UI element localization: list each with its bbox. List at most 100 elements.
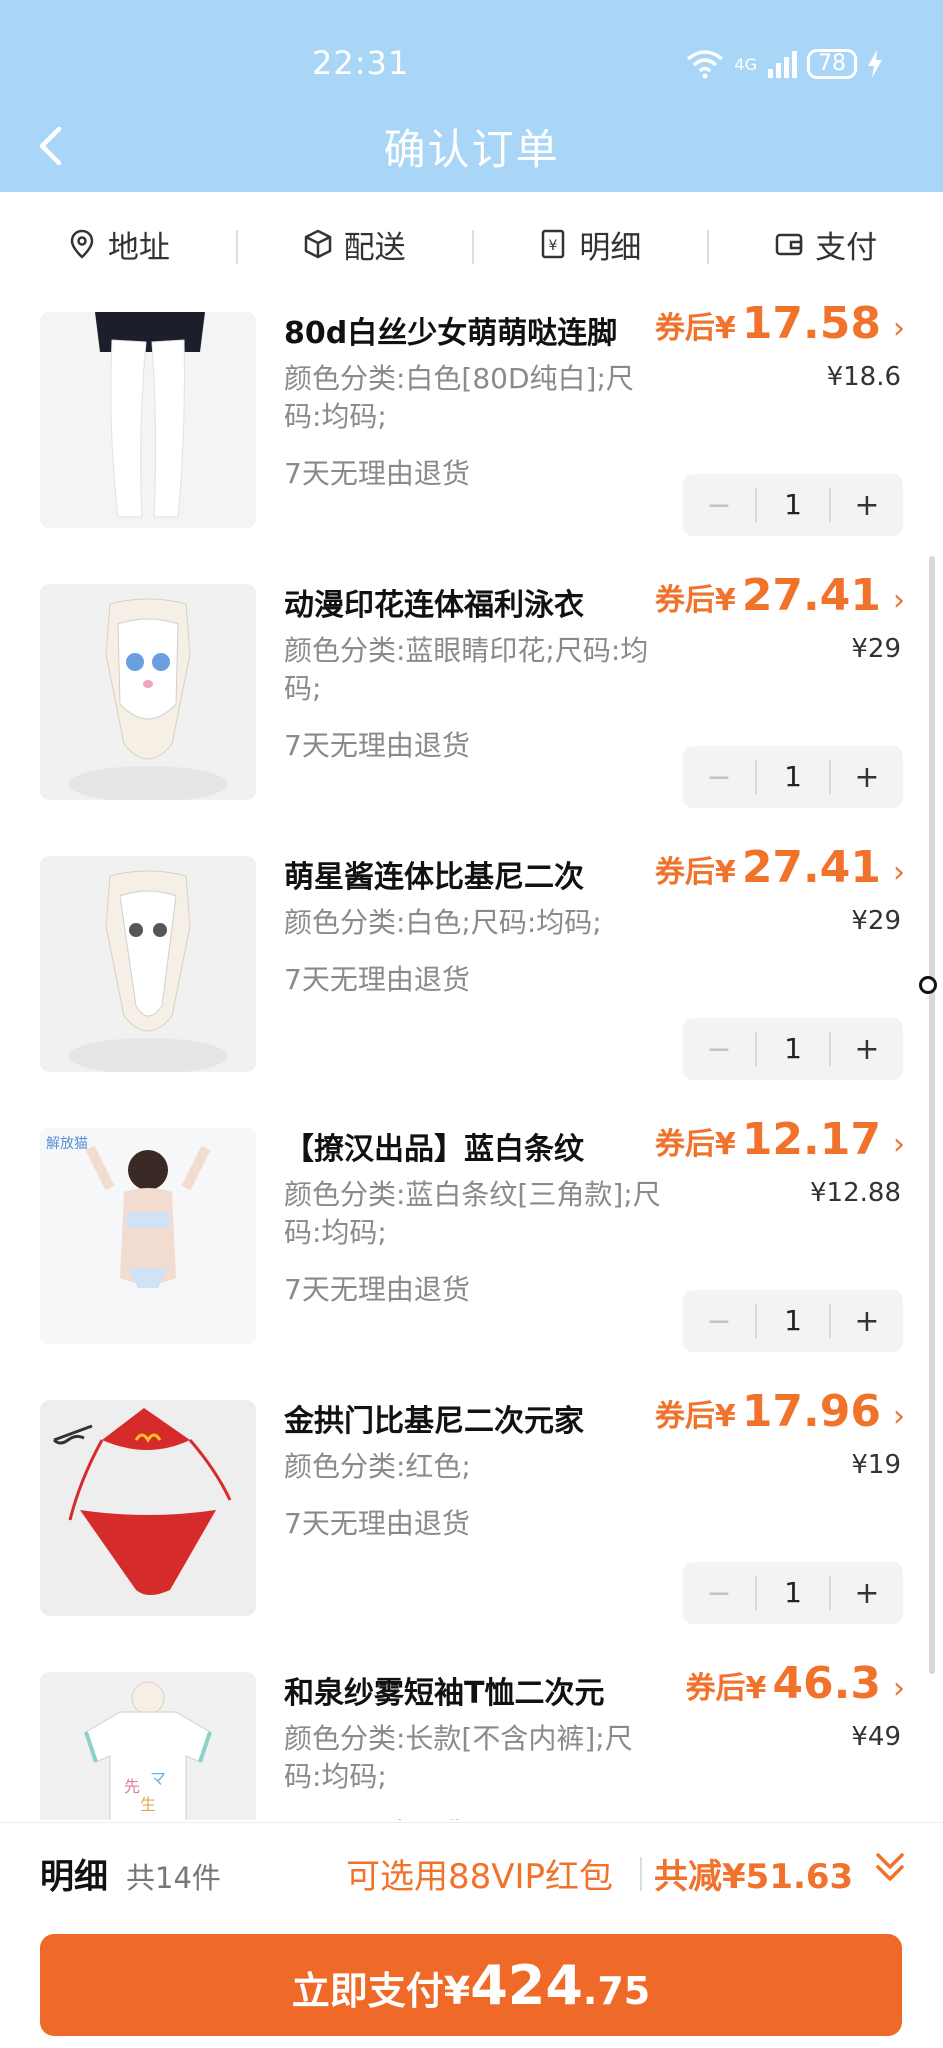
original-price: ¥49 [851, 1722, 901, 1752]
signal-icon [768, 51, 797, 78]
chevron-right-icon: › [893, 855, 905, 890]
chevron-right-icon: › [893, 1127, 905, 1162]
product-spec[interactable]: 颜色分类:长款[不含内裤];尺码:均码; [284, 1720, 664, 1796]
product-image-swimsuit [40, 584, 256, 800]
vip-coupon-link[interactable]: 可选用88VIP红包 [346, 1849, 613, 1898]
coupon-price[interactable]: 券后¥ 27.41 › [655, 842, 905, 893]
original-price: ¥29 [851, 906, 901, 936]
increase-button[interactable]: + [831, 1032, 903, 1067]
product-title[interactable]: 和泉纱雾短袖T恤二次元 [284, 1668, 644, 1712]
step-address[interactable]: 地址 [0, 222, 236, 267]
original-price: ¥29 [851, 634, 901, 664]
product-title[interactable]: 金拱门比基尼二次元家 [284, 1396, 644, 1440]
location-pin-icon [70, 229, 94, 259]
quantity-value[interactable]: 1 [755, 760, 831, 794]
product-image-bikini [40, 856, 256, 1072]
order-item: 解放猫 【撩汉出品】蓝白条纹 券后¥ 12.17 › ¥12.88 颜色分类:蓝… [0, 1112, 943, 1384]
return-policy: 7天无理由退货 [284, 963, 470, 996]
coupon-amount: 27.41 [741, 842, 881, 893]
order-item: 金拱门比基尼二次元家 券后¥ 17.96 › ¥19 颜色分类:红色; 7天无理… [0, 1384, 943, 1656]
product-image-tshirt: 先 マ 生 [40, 1672, 256, 1820]
product-image-striped-set: 解放猫 [40, 1128, 256, 1344]
quantity-stepper: − 1 + [683, 746, 903, 808]
app-header: 22:31 4G 78 确认订单 [0, 0, 943, 192]
coupon-price[interactable]: 券后¥ 12.17 › [655, 1114, 905, 1165]
coupon-price[interactable]: 券后¥ 27.41 › [655, 570, 905, 621]
product-spec[interactable]: 颜色分类:白色;尺码:均码; [284, 904, 664, 942]
decrease-button[interactable]: − [683, 1576, 755, 1611]
decrease-button[interactable]: − [683, 1032, 755, 1067]
product-title[interactable]: 【撩汉出品】蓝白条纹 [284, 1124, 644, 1168]
receipt-icon: ¥ [542, 229, 565, 259]
product-image[interactable] [40, 584, 256, 800]
quantity-stepper: − 1 + [683, 1562, 903, 1624]
product-title[interactable]: 动漫印花连体福利泳衣 [284, 580, 644, 624]
return-policy: 7天无理由退货 [284, 729, 470, 762]
original-price: ¥12.88 [810, 1178, 901, 1208]
step-details[interactable]: ¥ 明细 [471, 222, 708, 267]
return-policy: 7天无理由退货 [284, 1812, 470, 1820]
floating-handle[interactable] [919, 976, 937, 994]
coupon-amount: 12.17 [741, 1114, 881, 1165]
chevron-double-down-icon[interactable] [870, 1847, 910, 1887]
svg-text:¥: ¥ [549, 238, 558, 254]
pay-amount-integer: 424 [470, 1954, 583, 2017]
coupon-label: 券后¥ [654, 583, 736, 618]
quantity-value[interactable]: 1 [755, 1304, 831, 1338]
quantity-value[interactable]: 1 [755, 488, 831, 522]
product-title[interactable]: 80d白丝少女萌萌哒连脚 [284, 308, 644, 352]
product-image[interactable] [40, 856, 256, 1072]
quantity-stepper: − 1 + [683, 474, 903, 536]
package-icon [304, 229, 331, 259]
product-image[interactable] [40, 312, 256, 528]
product-image[interactable]: 解放猫 [40, 1128, 256, 1344]
original-price: ¥18.6 [826, 362, 901, 392]
coupon-label: 券后¥ [654, 1127, 736, 1162]
increase-button[interactable]: + [831, 488, 903, 523]
wallet-icon [775, 233, 803, 256]
coupon-price[interactable]: 券后¥ 17.96 › [655, 1386, 905, 1437]
summary-label[interactable]: 明细 [40, 1849, 108, 1898]
charging-icon [868, 50, 882, 78]
total-discount: 共减¥51.63 [654, 1857, 854, 1897]
decrease-button[interactable]: − [683, 760, 755, 795]
increase-button[interactable]: + [831, 1576, 903, 1611]
quantity-stepper: − 1 + [683, 1018, 903, 1080]
battery-indicator: 78 [807, 49, 857, 79]
product-spec[interactable]: 颜色分类:蓝白条纹[三角款];尺码:均码; [284, 1176, 664, 1252]
return-policy: 7天无理由退货 [284, 457, 470, 490]
pay-now-button[interactable]: 立即支付¥ 424 .75 [40, 1934, 902, 2036]
order-item-list[interactable]: 80d白丝少女萌萌哒连脚 券后¥ 17.58 › ¥18.6 颜色分类:白色[8… [0, 296, 943, 1820]
step-label: 配送 [343, 229, 406, 266]
svg-text:マ: マ [150, 1769, 166, 1788]
coupon-amount: 27.41 [741, 570, 881, 621]
product-spec[interactable]: 颜色分类:红色; [284, 1448, 664, 1486]
battery-level: 78 [818, 51, 846, 76]
quantity-value[interactable]: 1 [755, 1576, 831, 1610]
order-item: 先 マ 生 和泉纱雾短袖T恤二次元 券后¥ 46.3 › ¥49 颜色分类:长款… [0, 1656, 943, 1820]
step-delivery[interactable]: 配送 [235, 222, 472, 267]
product-spec[interactable]: 颜色分类:白色[80D纯白];尺码:均码; [284, 360, 664, 436]
product-title[interactable]: 萌星酱连体比基尼二次 [284, 852, 644, 896]
product-spec[interactable]: 颜色分类:蓝眼睛印花;尺码:均码; [284, 632, 664, 708]
scrollbar[interactable] [929, 556, 935, 1674]
decrease-button[interactable]: − [683, 1304, 755, 1339]
increase-button[interactable]: + [831, 1304, 903, 1339]
step-payment[interactable]: 支付 [707, 222, 943, 267]
chevron-right-icon: › [893, 311, 905, 346]
coupon-amount: 46.3 [772, 1658, 881, 1709]
chevron-right-icon: › [893, 1671, 905, 1706]
quantity-value[interactable]: 1 [755, 1032, 831, 1066]
coupon-label: 券后¥ [685, 1671, 767, 1706]
order-summary-bar: 明细 共14件 可选用88VIP红包 共减¥51.63 [0, 1822, 943, 1922]
coupon-amount: 17.58 [741, 298, 881, 349]
increase-button[interactable]: + [831, 760, 903, 795]
product-image[interactable] [40, 1400, 256, 1616]
coupon-price[interactable]: 券后¥ 17.58 › [655, 298, 905, 349]
quantity-stepper: − 1 + [683, 1290, 903, 1352]
order-item: 动漫印花连体福利泳衣 券后¥ 27.41 › ¥29 颜色分类:蓝眼睛印花;尺码… [0, 568, 943, 840]
coupon-price[interactable]: 券后¥ 46.3 › [686, 1658, 905, 1709]
product-image[interactable]: 先 マ 生 [40, 1672, 256, 1820]
step-label: 明细 [579, 229, 642, 266]
decrease-button[interactable]: − [683, 488, 755, 523]
